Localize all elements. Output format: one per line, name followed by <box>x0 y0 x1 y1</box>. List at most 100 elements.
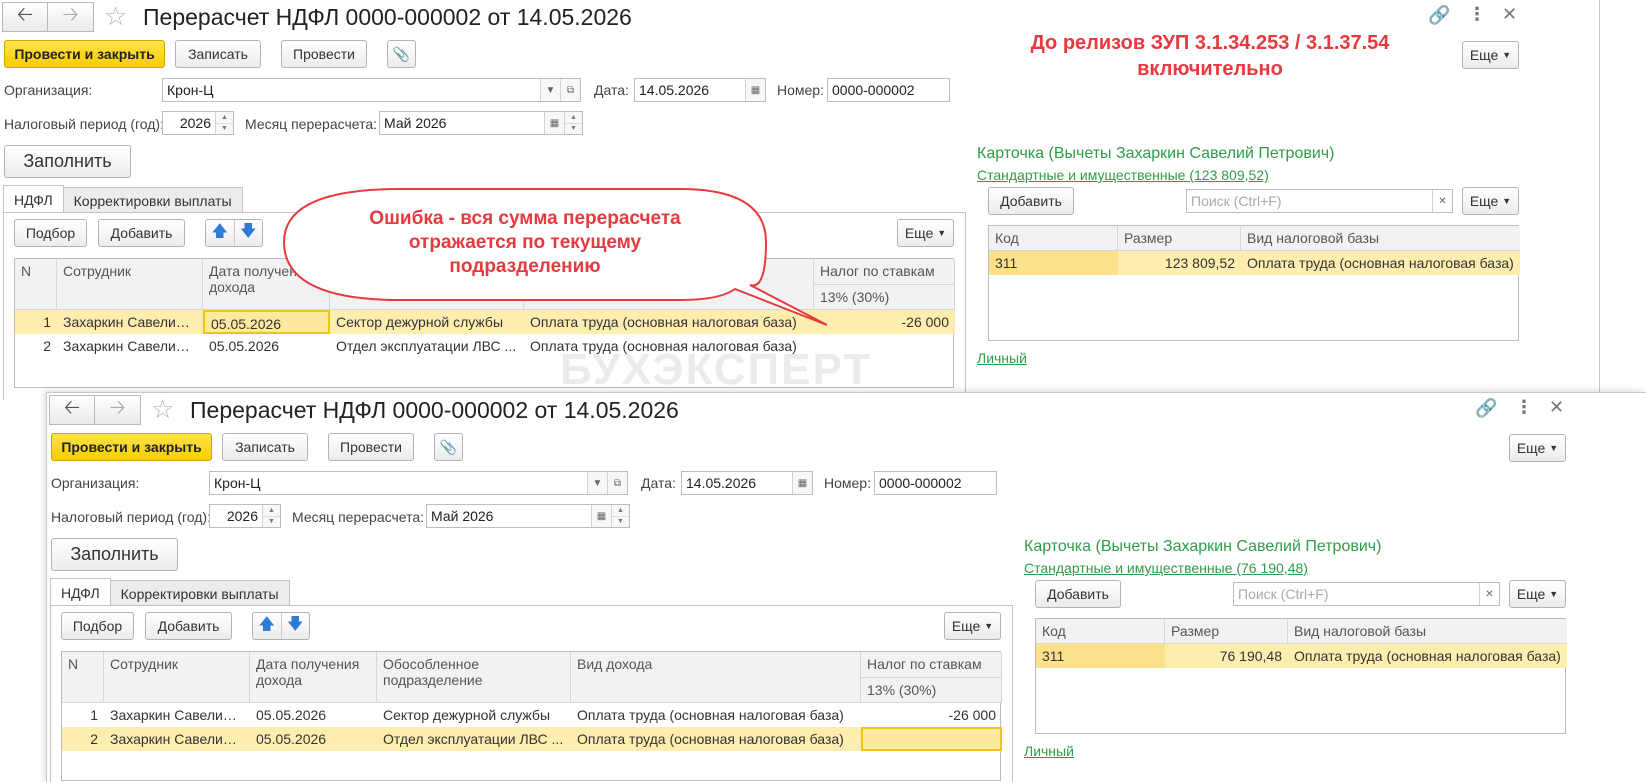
link-icon[interactable]: 🔗 <box>1428 6 1450 24</box>
col-base-header[interactable]: Вид налоговой базы <box>1288 619 1567 644</box>
spin-up-icon[interactable]: ▲ <box>612 505 629 516</box>
favorite-star-icon[interactable]: ☆ <box>104 3 127 29</box>
table-row[interactable]: 1 Захаркин Савелий ... 05.05.2026 Сектор… <box>62 703 1002 727</box>
dropdown-icon[interactable]: ▼ <box>587 472 607 494</box>
spin-down-icon[interactable]: ▼ <box>612 515 629 528</box>
org-field[interactable]: Крон-Ц ▼ ⧉ <box>209 471 628 495</box>
col-employee-header[interactable]: Сотрудник <box>104 652 250 703</box>
add-row-button[interactable]: Добавить <box>98 219 185 247</box>
col-code-header[interactable]: Код <box>989 226 1118 251</box>
period-field[interactable]: 2026 ▲ ▼ <box>209 504 281 528</box>
number-field[interactable]: 0000-000002 <box>874 471 997 495</box>
card-more-button[interactable]: Еще ▼ <box>1509 580 1566 608</box>
kebab-menu-icon[interactable]: ⋮ <box>1515 398 1533 416</box>
favorite-star-icon[interactable]: ☆ <box>151 396 174 422</box>
card-table-row[interactable]: 311 76 190,48 Оплата труда (основная нал… <box>1036 644 1567 668</box>
card-search-input[interactable]: Поиск (Ctrl+F) ✕ <box>1186 189 1453 213</box>
table-more-button[interactable]: Еще ▼ <box>897 219 954 247</box>
personal-deductions-link[interactable]: Личный <box>1024 743 1074 759</box>
spin-down-icon[interactable]: ▼ <box>565 122 582 135</box>
forward-icon[interactable]: 🡢 <box>95 395 141 425</box>
pick-button[interactable]: Подбор <box>61 612 134 640</box>
period-field[interactable]: 2026 ▲ ▼ <box>162 111 234 135</box>
number-field[interactable]: 0000-000002 <box>827 78 950 102</box>
col-code-header[interactable]: Код <box>1036 619 1165 644</box>
card-deductions-link[interactable]: Стандартные и имущественные (123 809,52) <box>977 167 1269 183</box>
more-button[interactable]: Еще ▼ <box>1462 41 1519 69</box>
tab-payment-corrections[interactable]: Корректировки выплаты <box>62 187 243 213</box>
table-more-button[interactable]: Еще ▼ <box>944 612 1001 640</box>
more-button[interactable]: Еще ▼ <box>1509 434 1566 462</box>
fill-button[interactable]: Заполнить <box>51 538 178 571</box>
back-icon[interactable]: 🡠 <box>49 395 95 425</box>
post-and-close-button[interactable]: Провести и закрыть <box>4 40 165 68</box>
tab-ndfl[interactable]: НДФЛ <box>50 578 111 606</box>
card-more-button[interactable]: Еще ▼ <box>1462 187 1519 215</box>
spin-up-icon[interactable]: ▲ <box>216 112 233 123</box>
save-button[interactable]: Записать <box>175 40 261 68</box>
tab-ndfl[interactable]: НДФЛ <box>3 185 64 213</box>
spin-up-icon[interactable]: ▲ <box>263 505 280 516</box>
col-dept-header[interactable]: Обособленное подразделение <box>377 652 571 703</box>
tab-payment-corrections[interactable]: Корректировки выплаты <box>109 580 290 606</box>
col-date-header[interactable]: Дата получения дохода <box>250 652 377 703</box>
col-tax-header[interactable]: Налог по ставкам <box>861 652 1002 678</box>
attach-button[interactable]: 📎 <box>387 40 416 68</box>
post-button[interactable]: Провести <box>281 40 367 68</box>
col-employee-header[interactable]: Сотрудник <box>57 259 203 310</box>
pick-button[interactable]: Подбор <box>14 219 87 247</box>
attach-button[interactable]: 📎 <box>434 433 463 461</box>
open-icon[interactable]: ⧉ <box>607 472 627 494</box>
org-field[interactable]: Крон-Ц ▼ ⧉ <box>162 78 581 102</box>
clear-search-icon[interactable]: ✕ <box>1432 190 1452 212</box>
card-table-row[interactable]: 311 123 809,52 Оплата труда (основная на… <box>989 251 1520 275</box>
col-income-header[interactable]: Вид дохода <box>571 652 861 703</box>
card-deductions-link[interactable]: Стандартные и имущественные (76 190,48) <box>1024 560 1308 576</box>
clear-search-icon[interactable]: ✕ <box>1479 583 1499 605</box>
card-add-button[interactable]: Добавить <box>988 187 1074 215</box>
period-spinner[interactable]: ▲ ▼ <box>262 505 280 527</box>
month-field[interactable]: Май 2026 ▦ ▲ ▼ <box>379 111 583 135</box>
col-size-header[interactable]: Размер <box>1118 226 1241 251</box>
calendar-icon[interactable]: ▦ <box>544 112 564 134</box>
col-n-header[interactable]: N <box>62 652 104 703</box>
spin-down-icon[interactable]: ▼ <box>216 122 233 135</box>
card-search-input[interactable]: Поиск (Ctrl+F) ✕ <box>1233 582 1500 606</box>
month-spinner[interactable]: ▲ ▼ <box>611 505 629 527</box>
date-field[interactable]: 14.05.2026 ▦ <box>634 78 766 102</box>
move-up-icon[interactable]: 🡅 <box>206 220 234 246</box>
card-add-button[interactable]: Добавить <box>1035 580 1121 608</box>
month-spinner[interactable]: ▲ ▼ <box>564 112 582 134</box>
table-row[interactable]: 2 Захаркин Савелий ... 05.05.2026 Отдел … <box>62 727 1002 751</box>
post-button[interactable]: Провести <box>328 433 414 461</box>
calendar-icon[interactable]: ▦ <box>745 79 765 101</box>
save-button[interactable]: Записать <box>222 433 308 461</box>
spin-down-icon[interactable]: ▼ <box>263 515 280 528</box>
kebab-menu-icon[interactable]: ⋮ <box>1468 5 1486 23</box>
close-icon[interactable]: ✕ <box>1549 398 1564 416</box>
col-size-header[interactable]: Размер <box>1165 619 1288 644</box>
forward-icon[interactable]: 🡢 <box>48 2 94 32</box>
calendar-icon[interactable]: ▦ <box>792 472 812 494</box>
post-and-close-button[interactable]: Провести и закрыть <box>51 433 212 461</box>
calendar-icon[interactable]: ▦ <box>591 505 611 527</box>
back-icon[interactable]: 🡠 <box>2 2 48 32</box>
spin-up-icon[interactable]: ▲ <box>565 112 582 123</box>
add-row-button[interactable]: Добавить <box>145 612 232 640</box>
move-up-icon[interactable]: 🡅 <box>253 613 281 639</box>
link-icon[interactable]: 🔗 <box>1475 399 1497 417</box>
close-icon[interactable]: ✕ <box>1502 5 1517 23</box>
number-label: Номер: <box>824 475 871 491</box>
fill-button[interactable]: Заполнить <box>4 145 131 178</box>
col-base-header[interactable]: Вид налоговой базы <box>1241 226 1520 251</box>
period-spinner[interactable]: ▲ ▼ <box>215 112 233 134</box>
date-field[interactable]: 14.05.2026 ▦ <box>681 471 813 495</box>
month-field[interactable]: Май 2026 ▦ ▲ ▼ <box>426 504 630 528</box>
move-down-icon[interactable]: 🡇 <box>233 220 263 246</box>
move-down-icon[interactable]: 🡇 <box>280 613 310 639</box>
col-tax-rate-header[interactable]: 13% (30%) <box>861 678 1002 703</box>
personal-deductions-link[interactable]: Личный <box>977 350 1027 366</box>
dropdown-icon[interactable]: ▼ <box>540 79 560 101</box>
col-n-header[interactable]: N <box>15 259 57 310</box>
open-icon[interactable]: ⧉ <box>560 79 580 101</box>
